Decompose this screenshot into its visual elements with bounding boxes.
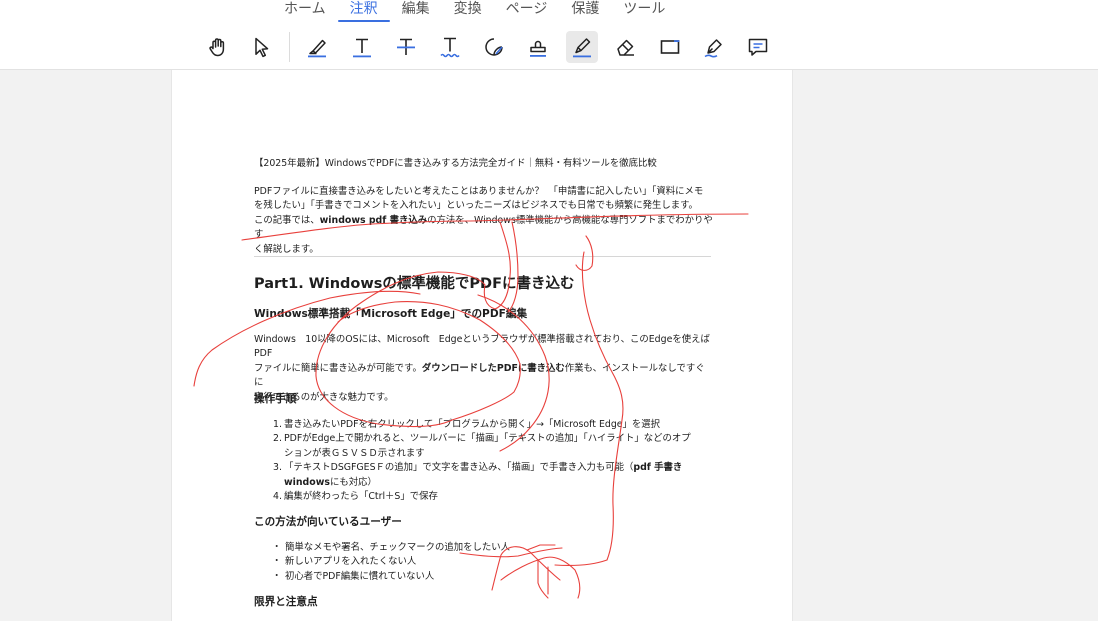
bold-keyword: pdf 手書き bbox=[633, 462, 683, 474]
list-item-text: ションが表ＧＳＶＳＤ示されます bbox=[284, 447, 425, 459]
list-item-text: 初心者でPDF編集に慣れていない人 bbox=[285, 570, 435, 582]
list-item: 2. PDFがEdge上で開かれると、ツールバーに「描画」「テキストの追加」「ハイ… bbox=[254, 432, 714, 461]
section-divider bbox=[254, 256, 711, 257]
list-item: ・新しいアプリを入れたくない人 bbox=[254, 555, 714, 569]
rectangle-tool-button[interactable] bbox=[654, 31, 686, 63]
menu-tabs: ホーム 注釈 編集 変換 ページ 保護 ツール bbox=[272, 0, 677, 22]
list-item: 1. 書き込みたいPDFを右クリックして「プログラムから開く」→「Microsof… bbox=[254, 418, 714, 432]
part1-heading: Part1. Windowsの標準機能でPDFに書き込む bbox=[254, 276, 575, 292]
text-span: 「テキストDSGFGESＦの追加」で文字を書き込み、「描画」で手書き入力も可能（ bbox=[284, 462, 634, 474]
pdf-page[interactable]: 【2025年最新】WindowsでPDFに書き込みする方法完全ガイド｜無料・有料… bbox=[171, 70, 793, 621]
bullet: ・ bbox=[272, 556, 282, 568]
intro-line: を残したい」「手書きでコメントを入れたい」といったニーズはビジネスでも日常でも頻… bbox=[254, 200, 698, 212]
strikethrough-tool-button[interactable] bbox=[390, 31, 422, 63]
document-title: 【2025年最新】WindowsでPDFに書き込みする方法完全ガイド｜無料・有料… bbox=[254, 158, 657, 169]
text-span: ファイルに簡単に書き込みが可能です。 bbox=[254, 362, 422, 374]
hand-tool-button[interactable] bbox=[202, 31, 234, 63]
intro-line: PDFファイルに直接書き込みをしたいと考えたことはありませんか？ 「申請書に記入… bbox=[254, 186, 704, 197]
tab-edit[interactable]: 編集 bbox=[390, 0, 442, 22]
toolbar-divider bbox=[289, 32, 290, 62]
strikethrough-text-icon bbox=[397, 38, 415, 55]
list-item-text: 簡単なメモや署名、チェックマークの追加をしたい人 bbox=[285, 542, 511, 553]
stamp-icon bbox=[530, 40, 546, 57]
pen-tool-button[interactable] bbox=[698, 31, 730, 63]
text-span: この記事では、 bbox=[254, 214, 320, 226]
tab-page[interactable]: ページ bbox=[494, 0, 560, 22]
edge-heading: Windows標準搭載「Microsoft Edge」でのPDF編集 bbox=[254, 308, 528, 320]
highlight-icon bbox=[308, 39, 326, 58]
list-item-text: 編集が終わったら「Ctrl＋S」で保存 bbox=[284, 491, 438, 503]
tab-home[interactable]: ホーム bbox=[272, 0, 338, 22]
paragraph-line: Windows 10以降のOSには、Microsoft Edgeというブラウザが… bbox=[254, 334, 710, 360]
bullet: ・ bbox=[272, 542, 282, 553]
intro-line: この記事では、windows pdf 書き込みの方法を、Windows標準機能か… bbox=[254, 214, 714, 243]
underline-tool-button[interactable] bbox=[346, 31, 378, 63]
freehand-draw-tool-button[interactable] bbox=[566, 31, 598, 63]
squiggly-tool-button[interactable] bbox=[434, 31, 466, 63]
tab-annotate[interactable]: 注釈 bbox=[337, 0, 390, 22]
list-item: 3. 「テキストDSGFGESＦの追加」で文字を書き込み、「描画」で手書き入力も可… bbox=[254, 461, 714, 490]
steps-heading: 操作手順 bbox=[254, 393, 297, 405]
users-list: ・簡単なメモや署名、チェックマークの追加をしたい人 ・新しいアプリを入れたくない… bbox=[254, 541, 714, 584]
intro-paragraph: PDFファイルに直接書き込みをしたいと考えたことはありませんか？ 「申請書に記入… bbox=[254, 185, 714, 257]
pen-tool-icon bbox=[704, 39, 722, 58]
text-span: にも対応） bbox=[329, 476, 377, 488]
paragraph-line: ファイルに簡単に書き込みが可能です。ダウンロードしたPDFに書き込む作業も、イン… bbox=[254, 362, 714, 391]
tab-convert[interactable]: 変換 bbox=[442, 0, 494, 22]
hand-icon bbox=[209, 38, 225, 57]
highlight-tool-button[interactable] bbox=[301, 31, 333, 63]
sticky-note-icon bbox=[485, 38, 503, 56]
list-item: ・簡単なメモや署名、チェックマークの追加をしたい人 bbox=[254, 541, 714, 555]
stamp-tool-button[interactable] bbox=[522, 31, 554, 63]
intro-line: く解説します。 bbox=[254, 243, 319, 255]
comment-icon bbox=[748, 38, 768, 56]
bullet: ・ bbox=[272, 570, 282, 582]
freehand-draw-icon bbox=[573, 38, 591, 58]
list-number: 1. bbox=[273, 419, 282, 430]
select-tool-button[interactable] bbox=[246, 31, 278, 63]
squiggly-text-icon bbox=[440, 37, 460, 58]
list-item: ・初心者でPDF編集に慣れていない人 bbox=[254, 570, 714, 584]
list-item: 4. 編集が終わったら「Ctrl＋S」で保存 bbox=[254, 490, 714, 504]
sticky-note-tool-button[interactable] bbox=[478, 31, 510, 63]
tab-protect[interactable]: 保護 bbox=[559, 0, 611, 22]
steps-list: 1. 書き込みたいPDFを右クリックして「プログラムから開く」→「Microsof… bbox=[254, 418, 714, 504]
list-item-text: PDFがEdge上で開かれると、ツールバーに「描画」「テキストの追加」「ハイライ… bbox=[284, 433, 691, 445]
list-item-text: 書き込みたいPDFを右クリックして「プログラムから開く」→「Microsoft … bbox=[284, 419, 661, 430]
rectangle-icon bbox=[660, 40, 680, 54]
bold-keyword: ダウンロードしたPDFに書き込む bbox=[421, 362, 565, 374]
bold-keyword: windows pdf 書き込み bbox=[319, 214, 428, 226]
list-number: 2. bbox=[273, 433, 282, 445]
bold-keyword: windows bbox=[284, 476, 330, 488]
top-toolbar: ホーム 注釈 編集 変換 ページ 保護 ツール bbox=[0, 0, 1098, 70]
list-item-text: 新しいアプリを入れたくない人 bbox=[285, 556, 417, 568]
eraser-tool-button[interactable] bbox=[610, 31, 642, 63]
list-number: 4. bbox=[273, 491, 282, 503]
tab-tools[interactable]: ツール bbox=[611, 0, 677, 22]
list-item-text: 「テキストDSGFGESＦの追加」で文字を書き込み、「描画」で手書き入力も可能（… bbox=[284, 461, 714, 475]
select-arrow-icon bbox=[255, 37, 269, 58]
underline-text-icon bbox=[353, 38, 371, 58]
comment-tool-button[interactable] bbox=[742, 31, 774, 63]
list-number: 3. bbox=[273, 462, 282, 474]
limits-heading: 限界と注意点 bbox=[254, 596, 318, 608]
list-item-text: windowsにも対応） bbox=[284, 476, 714, 490]
eraser-icon bbox=[617, 39, 634, 56]
users-heading: この方法が向いているユーザー bbox=[254, 516, 402, 528]
